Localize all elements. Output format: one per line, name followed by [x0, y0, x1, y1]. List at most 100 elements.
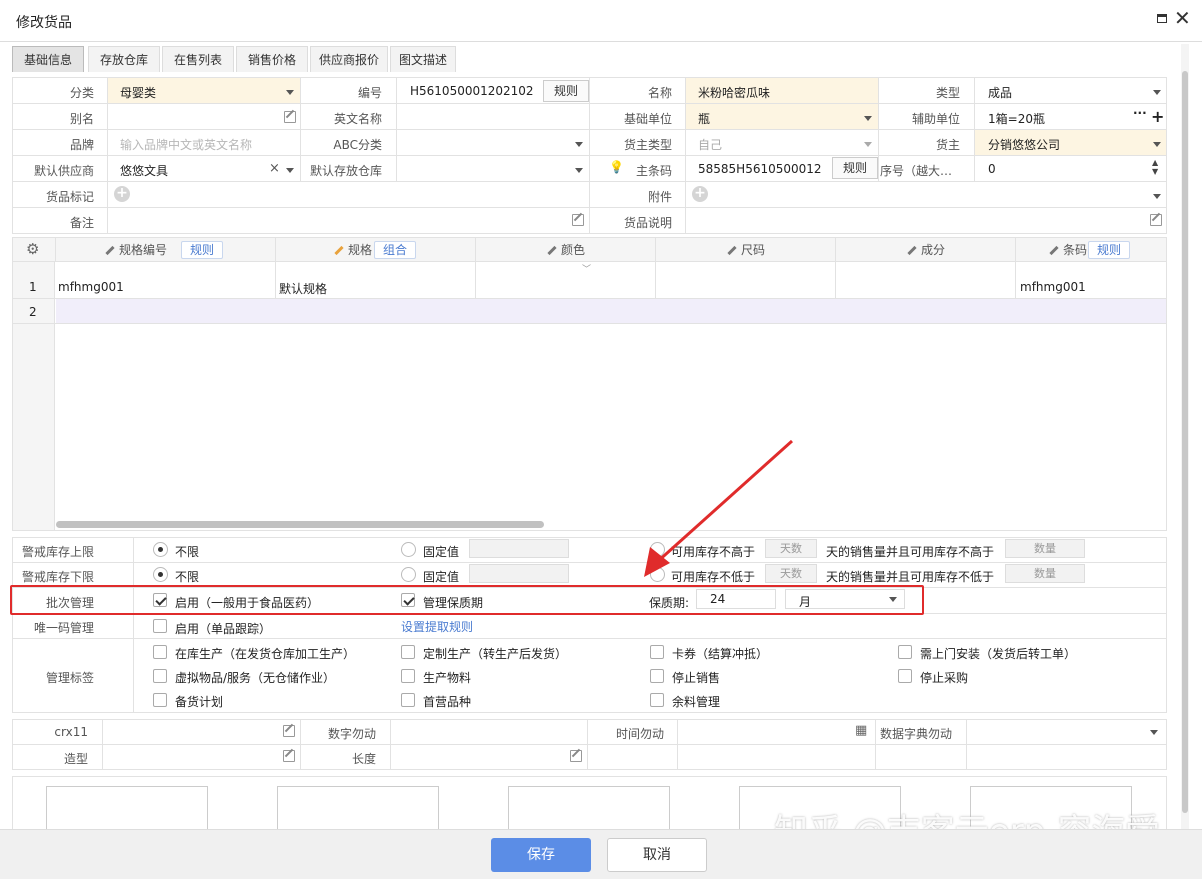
tag-checkbox[interactable] — [401, 693, 415, 707]
tag-label: 需上门安装（发货后转工单） — [920, 647, 1077, 661]
tag-checkbox[interactable] — [153, 669, 167, 683]
chevron-down-icon[interactable] — [286, 168, 294, 173]
seq-label: 序号（越大… — [880, 164, 953, 178]
edit-icon[interactable] — [570, 750, 582, 762]
barcode-rule-button[interactable]: 规则 — [832, 157, 878, 179]
tag-checkbox[interactable] — [153, 645, 167, 659]
scrollbar-thumb[interactable] — [1182, 71, 1188, 813]
image-slot[interactable] — [277, 786, 439, 834]
brand-input[interactable]: 输入品牌中文或英文名称 — [120, 136, 252, 153]
clear-icon[interactable]: × — [269, 161, 280, 176]
code-input[interactable]: H561050001202102 — [410, 84, 534, 98]
barcode-col-rule-button[interactable]: 规则 — [1088, 241, 1130, 259]
fixed-input[interactable] — [469, 539, 569, 558]
chevron-down-icon[interactable] — [575, 142, 583, 147]
add-tag-icon[interactable]: + — [114, 186, 130, 202]
tab-supplier-quote[interactable]: 供应商报价 — [310, 46, 388, 72]
tag-checkbox[interactable] — [650, 669, 664, 683]
unique-enable-checkbox[interactable] — [153, 619, 167, 633]
name-input[interactable]: 米粉哈密瓜味 — [698, 84, 770, 101]
add-icon[interactable]: + — [1151, 107, 1164, 126]
row-number: 1 — [29, 280, 37, 294]
cancel-button[interactable]: 取消 — [607, 838, 707, 872]
days-sales-label: 天的销售量并且可用库存不高于 — [826, 545, 995, 559]
chevron-down-icon[interactable] — [864, 116, 872, 121]
chevron-down-icon[interactable] — [286, 90, 294, 95]
combo-button[interactable]: 组合 — [374, 241, 416, 259]
tag-checkbox[interactable] — [401, 669, 415, 683]
spec-cell[interactable]: 默认规格 — [279, 280, 327, 297]
col-spec-code: 规格编号 — [105, 238, 167, 262]
tag-checkbox[interactable] — [650, 693, 664, 707]
owner-type-label: 货主类型 — [623, 138, 672, 152]
tag-checkbox[interactable] — [898, 669, 912, 683]
chevron-down-icon[interactable] — [1150, 730, 1158, 735]
chevron-down-icon[interactable] — [1153, 194, 1161, 199]
fixed-radio[interactable] — [401, 567, 416, 582]
category-select[interactable]: 母婴类 — [120, 84, 156, 101]
code-rule-button[interactable]: 规则 — [543, 80, 589, 102]
tab-basic-info[interactable]: 基础信息 — [12, 46, 84, 72]
tag-label: 虚拟物品/服务（无仓储作业） — [175, 671, 336, 685]
edit-icon[interactable] — [283, 725, 295, 737]
tag-checkbox[interactable] — [898, 645, 912, 659]
tag-label: 备货计划 — [175, 695, 224, 709]
edit-icon[interactable] — [572, 214, 584, 226]
vertical-scrollbar[interactable] — [1181, 44, 1189, 829]
owner-select[interactable]: 分销悠悠公司 — [988, 136, 1060, 153]
chevron-down-icon[interactable] — [575, 168, 583, 173]
abc-label: ABC分类 — [333, 138, 382, 152]
col-spec: 规格 — [334, 238, 372, 262]
owner-type-select[interactable]: 自己 — [698, 136, 722, 153]
tag-label: 余料管理 — [672, 695, 721, 709]
qty-input[interactable]: 数量 — [1005, 564, 1085, 583]
attach-label: 附件 — [647, 190, 672, 204]
extract-rule-link[interactable]: 设置提取规则 — [401, 618, 473, 635]
fixed-radio[interactable] — [401, 542, 416, 557]
unlimited-radio[interactable] — [153, 542, 168, 557]
close-icon[interactable]: ✕ — [1174, 8, 1191, 28]
unlimited-radio[interactable] — [153, 567, 168, 582]
aux-unit-input[interactable]: 1箱=20瓶 — [988, 110, 1045, 127]
gear-icon[interactable]: ⚙ — [26, 240, 39, 258]
unlimited-label: 不限 — [175, 570, 200, 584]
chevron-down-icon[interactable] — [1153, 90, 1161, 95]
save-button[interactable]: 保存 — [491, 838, 591, 872]
tab-on-sale-list[interactable]: 在售列表 — [162, 46, 234, 72]
edit-icon[interactable] — [283, 750, 295, 762]
category-label: 分类 — [69, 86, 94, 100]
spec-code-cell[interactable]: mfhmg001 — [58, 280, 124, 294]
length-label: 长度 — [351, 752, 376, 766]
stepper-icon[interactable]: ▲ ▼ — [1152, 158, 1158, 176]
image-slot[interactable] — [508, 786, 670, 834]
spec-code-rule-button[interactable]: 规则 — [181, 241, 223, 259]
edit-icon[interactable] — [284, 111, 296, 123]
barcode-input[interactable]: 58585H5610500012 — [698, 162, 828, 176]
tag-checkbox[interactable] — [401, 645, 415, 659]
chevron-down-icon[interactable]: ﹀ — [582, 262, 591, 275]
add-attachment-icon[interactable]: + — [692, 186, 708, 202]
more-icon[interactable]: ··· — [1133, 106, 1147, 120]
days-sales-label: 天的销售量并且可用库存不低于 — [826, 570, 995, 584]
horizontal-scrollbar[interactable] — [56, 521, 544, 528]
tab-storage-warehouse[interactable]: 存放仓库 — [88, 46, 160, 72]
tab-image-desc[interactable]: 图文描述 — [390, 46, 456, 72]
tab-sales-price[interactable]: 销售价格 — [236, 46, 308, 72]
chevron-down-icon[interactable] — [1153, 142, 1161, 147]
tag-checkbox[interactable] — [153, 693, 167, 707]
edit-icon[interactable] — [1150, 214, 1162, 226]
base-unit-select[interactable]: 瓶 — [698, 110, 710, 127]
fixed-input[interactable] — [469, 564, 569, 583]
qty-input[interactable]: 数量 — [1005, 539, 1085, 558]
type-select[interactable]: 成品 — [988, 84, 1012, 101]
tag-checkbox[interactable] — [650, 645, 664, 659]
manage-tags-label: 管理标签 — [45, 671, 94, 685]
image-slot[interactable] — [46, 786, 208, 834]
supplier-select[interactable]: 悠悠文具 — [120, 162, 168, 179]
table-row[interactable] — [56, 299, 1166, 323]
calendar-icon[interactable]: ▦ — [855, 723, 867, 738]
chevron-down-icon[interactable] — [864, 142, 872, 147]
barcode-cell[interactable]: mfhmg001 — [1020, 280, 1086, 294]
seq-input[interactable]: 0 — [988, 162, 996, 176]
maximize-icon[interactable] — [1157, 14, 1167, 23]
